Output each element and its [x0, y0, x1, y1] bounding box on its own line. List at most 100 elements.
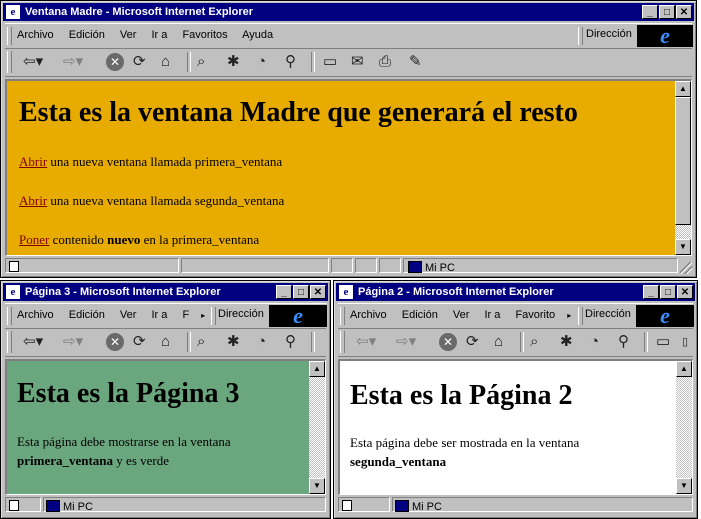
document: Esta es la Página 3 Esta página debe mos…	[7, 361, 309, 494]
history-button[interactable]: ◔	[590, 332, 599, 352]
toolbar-grip[interactable]	[7, 27, 12, 45]
stop-button[interactable]: ✕	[439, 333, 457, 351]
vertical-scrollbar[interactable]: ▲ ▼	[676, 361, 692, 494]
zone-text: Mi PC	[63, 501, 93, 513]
link-abrir-segunda[interactable]: Abrir	[19, 193, 47, 208]
menu-ver[interactable]: Ver	[120, 29, 137, 41]
channels-button[interactable]: ⚲	[285, 52, 296, 72]
history-button[interactable]: ◔	[257, 52, 266, 72]
back-button[interactable]: ⇦▾	[23, 52, 43, 72]
toolbar-grip[interactable]	[211, 307, 216, 325]
maximize-button[interactable]: □	[660, 285, 676, 299]
address-label[interactable]: Dirección	[585, 308, 631, 320]
menu-ver[interactable]: Ver	[120, 309, 137, 321]
toolbar-grip[interactable]	[578, 27, 583, 45]
menu-favoritos[interactable]: F	[182, 309, 189, 321]
toolbar-grip[interactable]	[340, 307, 345, 325]
menu-archivo[interactable]: Archivo	[17, 309, 54, 321]
channels-button[interactable]: ⚲	[285, 332, 296, 352]
scroll-down-button[interactable]: ▼	[676, 478, 692, 494]
refresh-button[interactable]: ⟳	[133, 52, 146, 72]
refresh-button[interactable]: ⟳	[133, 332, 146, 352]
search-button[interactable]: ⌕	[197, 332, 205, 352]
page-icon	[9, 261, 19, 272]
menu-edicion[interactable]: Edición	[402, 309, 438, 321]
resize-grip[interactable]	[680, 262, 692, 274]
close-button[interactable]: ✕	[676, 5, 692, 19]
toolbar-grip[interactable]	[7, 331, 12, 353]
favorites-button[interactable]: ✱	[227, 332, 240, 352]
ie-icon[interactable]: e	[339, 285, 353, 299]
stop-button[interactable]: ✕	[106, 333, 124, 351]
menu-ir-a[interactable]: Ir a	[151, 29, 167, 41]
home-button[interactable]: ⌂	[494, 332, 503, 352]
fullscreen-button[interactable]: ▭	[656, 332, 670, 352]
menu-archivo[interactable]: Archivo	[17, 29, 54, 41]
menu-favoritos[interactable]: Favorito	[515, 309, 555, 321]
minimize-button[interactable]: _	[643, 285, 659, 299]
menu-ver[interactable]: Ver	[453, 309, 470, 321]
back-button[interactable]: ⇦▾	[23, 332, 43, 352]
toolbar-grip[interactable]	[7, 307, 12, 325]
link-poner[interactable]: Poner	[19, 232, 49, 247]
title-bar[interactable]: e Ventana Madre - Microsoft Internet Exp…	[3, 3, 694, 21]
toolbar-grip[interactable]	[578, 307, 583, 325]
menu-archivo[interactable]: Archivo	[350, 309, 387, 321]
scroll-down-button[interactable]: ▼	[309, 478, 325, 494]
menu-edicion[interactable]: Edición	[69, 309, 105, 321]
mail-button[interactable]: ✉	[351, 52, 364, 72]
home-button[interactable]: ⌂	[161, 332, 170, 352]
ie-icon[interactable]: e	[6, 5, 20, 19]
content-area: Esta es la Página 3 Esta página debe mos…	[5, 359, 326, 495]
refresh-button[interactable]: ⟳	[466, 332, 479, 352]
maximize-button[interactable]: □	[293, 285, 309, 299]
title-bar[interactable]: e Página 3 - Microsoft Internet Explorer…	[3, 283, 328, 301]
forward-button[interactable]: ⇨▾	[63, 332, 83, 352]
menu-edicion[interactable]: Edición	[69, 29, 105, 41]
print-button[interactable]: ⎙	[379, 52, 391, 72]
minimize-button[interactable]: _	[642, 5, 658, 19]
menu-ayuda[interactable]: Ayuda	[242, 29, 273, 41]
address-label[interactable]: Dirección	[586, 28, 632, 40]
search-button[interactable]: ⌕	[197, 52, 205, 72]
close-button[interactable]: ✕	[310, 285, 326, 299]
scroll-down-button[interactable]: ▼	[675, 239, 691, 255]
edit-button[interactable]: ✎	[409, 52, 422, 72]
address-label[interactable]: Dirección	[218, 308, 264, 320]
vertical-scrollbar[interactable]: ▲ ▼	[309, 361, 325, 494]
home-button[interactable]: ⌂	[161, 52, 170, 72]
minimize-button[interactable]: _	[276, 285, 292, 299]
back-button[interactable]: ⇦▾	[356, 332, 376, 352]
menu-ir-a[interactable]: Ir a	[151, 309, 167, 321]
scroll-up-button[interactable]: ▲	[309, 361, 325, 377]
window-title: Página 3 - Microsoft Internet Explorer	[25, 286, 221, 298]
menu-ir-a[interactable]: Ir a	[484, 309, 500, 321]
menu-overflow-chevron-icon[interactable]: ▸	[201, 311, 205, 320]
menu-overflow-chevron-icon[interactable]: ▸	[567, 311, 571, 320]
scroll-up-button[interactable]: ▲	[676, 361, 692, 377]
stop-button[interactable]: ✕	[106, 53, 124, 71]
channels-button[interactable]: ⚲	[618, 332, 629, 352]
maximize-button[interactable]: □	[659, 5, 675, 19]
toolbar-grip[interactable]	[7, 51, 12, 73]
favorites-button[interactable]: ✱	[227, 52, 240, 72]
search-button[interactable]: ⌕	[530, 332, 538, 352]
scroll-thumb[interactable]	[675, 97, 691, 225]
window-page2: e Página 2 - Microsoft Internet Explorer…	[333, 280, 698, 519]
vertical-scrollbar[interactable]: ▲ ▼	[675, 81, 691, 255]
link-abrir-primera[interactable]: Abrir	[19, 154, 47, 169]
ie-icon[interactable]: e	[6, 285, 20, 299]
paragraph-line: primera_ventana y es verde	[17, 453, 169, 469]
title-bar[interactable]: e Página 2 - Microsoft Internet Explorer…	[336, 283, 695, 301]
close-button[interactable]: ✕	[677, 285, 693, 299]
favorites-button[interactable]: ✱	[560, 332, 573, 352]
status-cell	[5, 497, 41, 512]
toolbar-grip[interactable]	[340, 331, 345, 353]
fullscreen-button[interactable]: ▭	[323, 52, 337, 72]
mail-button[interactable]: ▯	[682, 332, 688, 352]
history-button[interactable]: ◔	[257, 332, 266, 352]
scroll-up-button[interactable]: ▲	[675, 81, 691, 97]
menu-favoritos[interactable]: Favoritos	[182, 29, 227, 41]
forward-button[interactable]: ⇨▾	[396, 332, 416, 352]
forward-button[interactable]: ⇨▾	[63, 52, 83, 72]
